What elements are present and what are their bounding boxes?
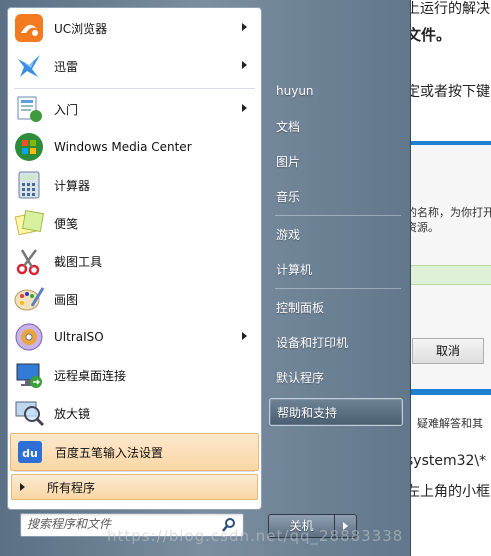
getting-started-icon <box>12 92 46 126</box>
background-text: 文件。 <box>406 26 452 44</box>
program-paint[interactable]: 画图 <box>10 281 259 317</box>
paint-icon <box>12 282 46 316</box>
watermark: https://blog.csdn.net/qq_28883338 <box>107 527 404 545</box>
programs-pane: UC浏览器 迅雷 入门 Windows Media Center 计算器 便笺 … <box>7 7 262 510</box>
program-magnifier[interactable]: 放大镜 <box>10 395 259 431</box>
right-item-devices-printers[interactable]: 设备和打印机 <box>269 328 403 356</box>
sticky-notes-icon <box>12 206 46 240</box>
program-uc-browser[interactable]: UC浏览器 <box>10 10 259 46</box>
dialog-text: 资源。 <box>406 221 439 234</box>
right-item-pictures[interactable]: 图片 <box>269 147 403 175</box>
program-label: 便笺 <box>54 216 79 231</box>
expand-arrow-icon <box>20 483 25 491</box>
submenu-arrow-icon <box>242 23 247 31</box>
windows-media-center-icon <box>12 130 46 164</box>
calculator-icon <box>12 168 46 202</box>
program-label: 远程桌面连接 <box>54 368 127 383</box>
program-label: Windows Media Center <box>54 140 192 154</box>
program-calculator[interactable]: 计算器 <box>10 167 259 203</box>
background-text: 、疑难解答和其 <box>406 417 483 430</box>
program-label: 放大镜 <box>54 406 91 421</box>
svg-text:du: du <box>22 447 38 460</box>
all-programs-button[interactable]: 所有程序 <box>11 474 258 500</box>
right-item-documents[interactable]: 文档 <box>269 112 403 140</box>
background-run-dialog: 的名称，为你打开 资源。 取消 <box>406 141 491 395</box>
separator <box>14 88 255 89</box>
submenu-arrow-icon <box>242 104 247 112</box>
program-label: 截图工具 <box>54 254 103 269</box>
background-text: 定或者按下键 <box>406 84 490 100</box>
program-label: 入门 <box>54 102 79 117</box>
right-item-games[interactable]: 游戏 <box>269 220 403 248</box>
program-getting-started[interactable]: 入门 <box>10 91 259 127</box>
separator <box>275 215 401 216</box>
right-item-computer[interactable]: 计算机 <box>269 255 403 283</box>
xunlei-icon <box>12 49 46 83</box>
program-sticky-notes[interactable]: 便笺 <box>10 205 259 241</box>
program-snipping-tool[interactable]: 截图工具 <box>10 243 259 279</box>
background-text: system32\* <box>406 453 487 469</box>
magnifier-icon <box>12 396 46 430</box>
program-label: 计算器 <box>54 178 91 193</box>
start-menu: UC浏览器 迅雷 入门 Windows Media Center 计算器 便笺 … <box>0 0 411 556</box>
program-windows-media-center[interactable]: Windows Media Center <box>10 129 259 165</box>
program-label: 画图 <box>54 292 79 307</box>
separator <box>275 288 401 289</box>
dialog-cancel-button: 取消 <box>412 338 484 364</box>
dialog-input-field <box>406 265 491 285</box>
program-label: 迅雷 <box>54 59 79 74</box>
baidu-ime-icon: du <box>13 435 47 469</box>
right-item-default-programs[interactable]: 默认程序 <box>269 363 403 391</box>
program-ultraiso[interactable]: UltraISO <box>10 319 259 355</box>
program-baidu-wubi-settings[interactable]: du 百度五笔输入法设置 <box>10 433 259 471</box>
all-programs-label: 所有程序 <box>47 480 96 495</box>
program-label: UltraISO <box>54 330 104 344</box>
program-label: UC浏览器 <box>54 21 108 36</box>
uc-browser-icon <box>12 11 46 45</box>
submenu-arrow-icon <box>242 332 247 340</box>
ultraiso-icon <box>12 320 46 354</box>
program-label: 百度五笔输入法设置 <box>55 445 164 460</box>
background-text: 左上角的小框 <box>406 484 490 500</box>
background-text: 上运行的解决 <box>406 1 490 17</box>
program-xunlei[interactable]: 迅雷 <box>10 48 259 84</box>
right-item-control-panel[interactable]: 控制面板 <box>269 293 403 321</box>
right-item-music[interactable]: 音乐 <box>269 182 403 210</box>
submenu-arrow-icon <box>242 61 247 69</box>
right-item-help-support[interactable]: 帮助和支持 <box>269 398 403 426</box>
snipping-tool-icon <box>12 244 46 278</box>
remote-desktop-icon <box>12 358 46 392</box>
program-remote-desktop[interactable]: 远程桌面连接 <box>10 357 259 393</box>
dialog-text: 的名称，为你打开 <box>406 206 491 219</box>
right-item-user[interactable]: huyun <box>269 77 403 105</box>
separator <box>14 471 255 472</box>
